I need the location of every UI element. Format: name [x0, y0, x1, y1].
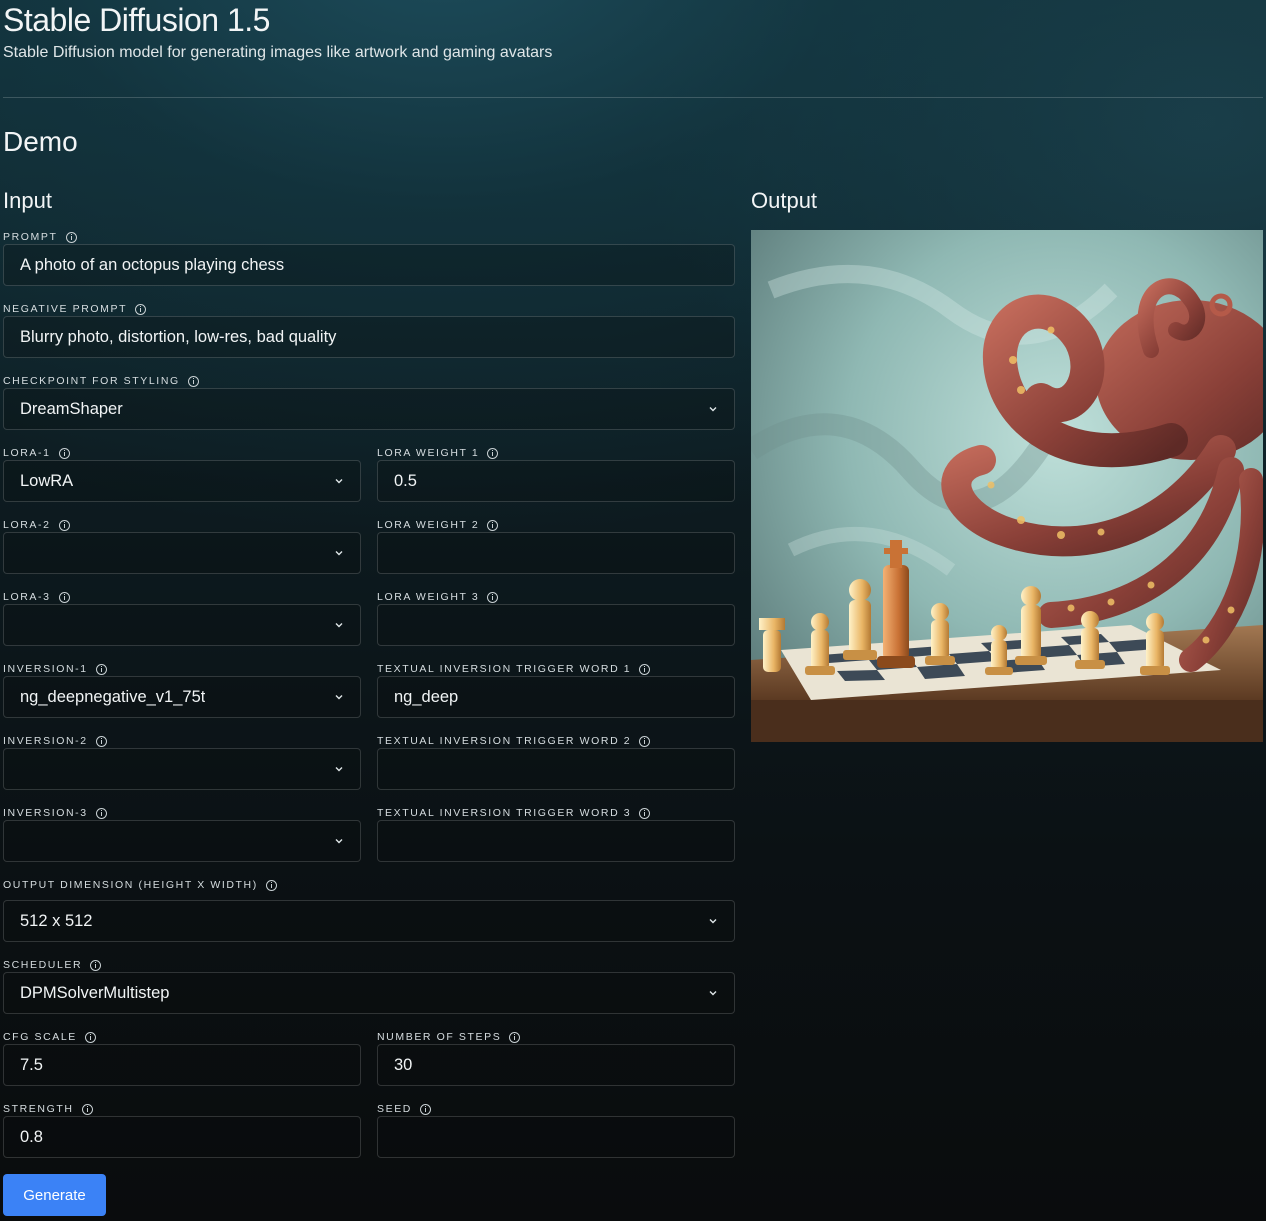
input-heading: Input — [3, 188, 52, 213]
info-icon[interactable] — [487, 447, 499, 459]
info-icon[interactable] — [639, 807, 651, 819]
page: Stable Diffusion 1.5 Stable Diffusion mo… — [0, 0, 1266, 1221]
seed-input[interactable] — [377, 1116, 735, 1158]
lora-weight-3-input[interactable] — [377, 604, 735, 646]
inversion-3-select[interactable] — [3, 820, 361, 862]
chevron-down-icon — [709, 991, 717, 996]
trigger-word-1-label: Textual Inversion Trigger Word 1 — [377, 662, 651, 676]
output-dimension-value: 512 x 512 — [20, 912, 93, 930]
chevron-down-icon — [335, 623, 343, 628]
lora-weight-1-label: Lora Weight 1 — [377, 446, 499, 460]
lora-1-label: Lora-1 — [3, 446, 70, 460]
info-icon[interactable] — [95, 663, 107, 675]
num-steps-input[interactable] — [377, 1044, 735, 1086]
output-dimension-label: Output Dimension (Height x Width) — [3, 878, 277, 892]
checkpoint-select[interactable]: DreamShaper — [3, 388, 735, 430]
negative-prompt-input[interactable] — [3, 316, 735, 358]
info-icon[interactable] — [95, 735, 107, 747]
info-icon[interactable] — [639, 735, 651, 747]
lora-1-select[interactable]: LowRA — [3, 460, 361, 502]
lora-3-select[interactable] — [3, 604, 361, 646]
info-icon[interactable] — [420, 1103, 431, 1115]
header-divider — [3, 97, 1263, 98]
info-icon[interactable] — [639, 663, 651, 675]
chevron-down-icon — [335, 479, 343, 484]
info-icon[interactable] — [90, 959, 102, 971]
scheduler-select[interactable]: DPMSolverMultistep — [3, 972, 735, 1014]
seed-label: Seed — [377, 1102, 431, 1116]
chevron-down-icon — [335, 695, 343, 700]
strength-input[interactable] — [3, 1116, 361, 1158]
checkpoint-value: DreamShaper — [20, 400, 123, 418]
inversion-1-value: ng_deepnegative_v1_75t — [20, 688, 206, 706]
info-icon[interactable] — [95, 807, 107, 819]
output-heading: Output — [751, 188, 818, 213]
trigger-word-3-label: Textual Inversion Trigger Word 3 — [377, 806, 651, 820]
trigger-word-1-input[interactable] — [377, 676, 735, 718]
lora-2-select[interactable] — [3, 532, 361, 574]
lora-weight-2-label: Lora Weight 2 — [377, 518, 499, 532]
chevron-down-icon — [335, 839, 343, 844]
lora-2-label: Lora-2 — [3, 518, 70, 532]
info-icon[interactable] — [487, 519, 499, 531]
strength-label: Strength — [3, 1102, 93, 1116]
page-subtitle: Stable Diffusion model for generating im… — [3, 44, 553, 61]
inversion-1-select[interactable]: ng_deepnegative_v1_75t — [3, 676, 361, 718]
trigger-word-2-label: Textual Inversion Trigger Word 2 — [377, 734, 651, 748]
chevron-down-icon — [335, 551, 343, 556]
info-icon[interactable] — [58, 519, 70, 531]
info-icon[interactable] — [65, 231, 77, 243]
inversion-3-label: Inversion-3 — [3, 806, 107, 820]
page-title: Stable Diffusion 1.5 — [3, 2, 270, 38]
info-icon[interactable] — [81, 1103, 93, 1115]
info-icon[interactable] — [509, 1031, 521, 1043]
cfg-scale-label: CFG Scale — [3, 1030, 96, 1044]
demo-heading: Demo — [3, 126, 78, 157]
inversion-2-select[interactable] — [3, 748, 361, 790]
info-icon[interactable] — [58, 591, 70, 603]
trigger-word-2-input[interactable] — [377, 748, 735, 790]
lora-3-label: Lora-3 — [3, 590, 70, 604]
inversion-2-label: Inversion-2 — [3, 734, 107, 748]
lora-weight-2-input[interactable] — [377, 532, 735, 574]
info-icon[interactable] — [187, 375, 199, 387]
trigger-word-3-input[interactable] — [377, 820, 735, 862]
octopus-chess-illustration — [751, 230, 1263, 742]
info-icon[interactable] — [58, 447, 70, 459]
scheduler-label: Scheduler — [3, 958, 102, 972]
info-icon[interactable] — [487, 591, 499, 603]
lora-weight-1-input[interactable] — [377, 460, 735, 502]
checkpoint-label: Checkpoint for styling — [3, 374, 199, 388]
output-image — [751, 230, 1263, 742]
chevron-down-icon — [335, 767, 343, 772]
negative-prompt-label: Negative Prompt — [3, 302, 147, 316]
scheduler-value: DPMSolverMultistep — [20, 984, 170, 1002]
info-icon[interactable] — [265, 879, 277, 891]
prompt-input[interactable] — [3, 244, 735, 286]
num-steps-label: Number of steps — [377, 1030, 521, 1044]
inversion-1-label: Inversion-1 — [3, 662, 107, 676]
lora-1-value: LowRA — [20, 472, 74, 490]
cfg-scale-input[interactable] — [3, 1044, 361, 1086]
generate-button[interactable]: Generate — [3, 1174, 106, 1216]
output-dimension-select[interactable]: 512 x 512 — [3, 900, 735, 942]
info-icon[interactable] — [84, 1031, 96, 1043]
info-icon[interactable] — [135, 303, 147, 315]
chevron-down-icon — [709, 919, 717, 924]
prompt-label: Prompt — [3, 230, 77, 244]
chevron-down-icon — [709, 407, 717, 412]
lora-weight-3-label: Lora Weight 3 — [377, 590, 499, 604]
